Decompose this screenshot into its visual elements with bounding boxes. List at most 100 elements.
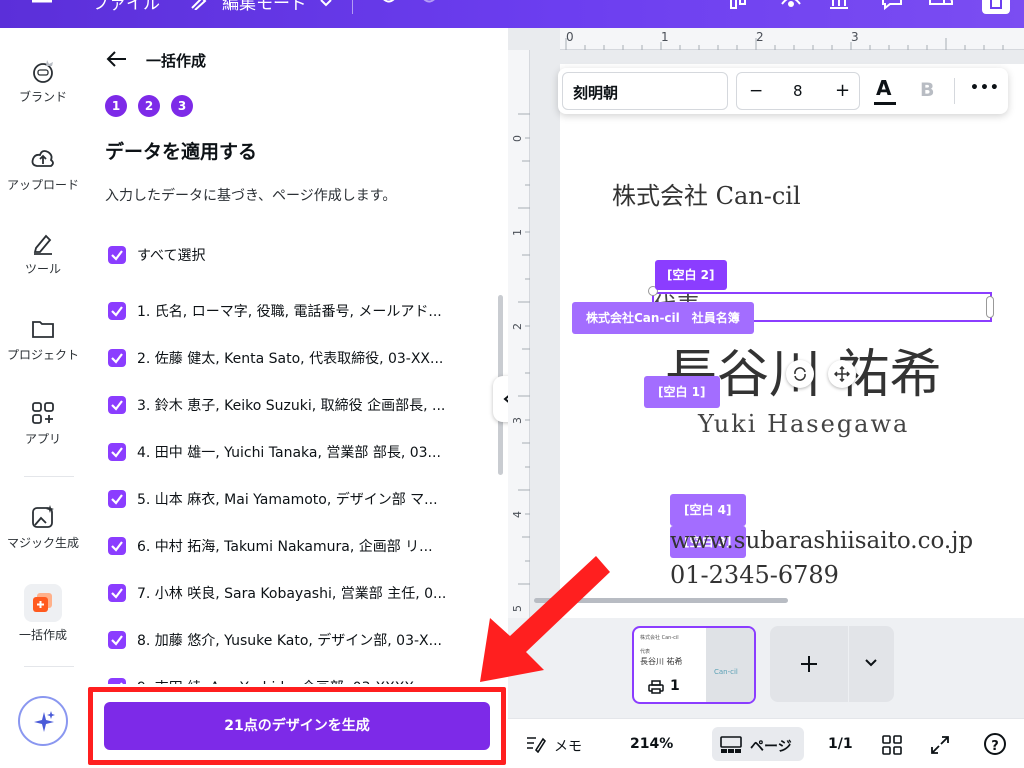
font-family-select[interactable]: 刻明朝 [562, 72, 728, 110]
ruler-label: 4 [511, 511, 524, 518]
text-toolbar: 刻明朝 − 8 + A B ••• [558, 68, 1008, 114]
phone-text[interactable]: 01-2345-6789 [670, 561, 839, 589]
cloud-upload-icon [31, 150, 54, 167]
checkmark-icon [111, 250, 123, 261]
rail-item-magic[interactable]: マジック生成 [0, 504, 86, 551]
rotate-icon [794, 367, 806, 381]
checkmark-icon [111, 353, 123, 364]
more-options-button[interactable]: ••• [970, 80, 1000, 96]
rail-item-label: アップロード [6, 178, 79, 192]
resize-handle[interactable] [986, 296, 994, 318]
top-ruler: 0 1 2 3 [560, 28, 1024, 50]
apps-icon [32, 402, 54, 424]
rail-item-upload[interactable]: アップロード [0, 146, 86, 193]
rail-item-brand[interactable]: ブランド [0, 58, 86, 105]
truck-icon[interactable] [928, 0, 954, 12]
grid-view-icon[interactable] [882, 735, 902, 755]
panel-title: 一括作成 [146, 52, 207, 70]
rail-item-tools[interactable]: ツール [0, 230, 86, 277]
thumbnail-image [706, 628, 754, 702]
placeholder-tag[interactable]: [空白 4] [670, 494, 746, 526]
placeholder-tag[interactable]: 株式会社Can-cil 社員名簿 [572, 302, 754, 334]
checkmark-icon [111, 400, 123, 411]
back-arrow-icon[interactable] [106, 50, 128, 68]
font-size-decrease-button[interactable]: − [749, 81, 763, 101]
company-name-text[interactable]: 株式会社 Can-cil [612, 176, 801, 211]
bold-button[interactable]: B [920, 79, 934, 101]
ruler-label: 3 [511, 417, 524, 424]
list-item: 3. 鈴木 恵子, Keiko Suzuki, 取締役 企画部長, ... [137, 398, 446, 414]
row-checkbox[interactable] [108, 584, 126, 602]
page-thumbnail[interactable]: 株式会社 Can-cil 代表 長谷川 祐希 Can-cil 1 [632, 626, 756, 704]
zoom-level[interactable]: 214% [630, 736, 673, 752]
ruler-label: 1 [511, 229, 524, 236]
row-checkbox[interactable] [108, 443, 126, 461]
pencil-icon [191, 0, 207, 10]
thumbnail-name: 長谷川 祐希 [640, 657, 683, 666]
edit-mode-menu[interactable]: 編集モード [222, 0, 307, 14]
rail-item-apps[interactable]: アプリ [0, 400, 86, 447]
assistant-button[interactable] [18, 696, 68, 746]
person-name-en[interactable]: Yuki Hasegawa [698, 410, 909, 438]
move-handle[interactable] [828, 360, 856, 388]
rail-item-projects[interactable]: プロジェクト [0, 316, 86, 363]
comment-icon[interactable] [880, 0, 904, 12]
placeholder-tag[interactable]: [空白 1] [644, 376, 720, 408]
brush-icon[interactable] [780, 0, 802, 12]
text-color-letter: A [876, 76, 892, 100]
chevron-down-icon[interactable] [864, 658, 878, 668]
row-checkbox[interactable] [108, 631, 126, 649]
magic-image-icon [32, 505, 54, 528]
row-checkbox[interactable] [108, 396, 126, 414]
website-text[interactable]: www.subarashiisaito.co.jp [670, 528, 973, 554]
move-icon [834, 366, 850, 382]
print-icon [648, 680, 664, 694]
ruler-label: 0 [566, 30, 574, 44]
fullscreen-icon[interactable] [930, 735, 950, 755]
notes-icon[interactable] [526, 735, 546, 753]
chevron-down-icon[interactable] [319, 0, 333, 8]
select-all-checkbox[interactable] [108, 246, 126, 264]
font-size-increase-button[interactable]: + [835, 80, 850, 101]
row-checkbox[interactable] [108, 490, 126, 508]
add-page-button[interactable] [770, 626, 894, 702]
design-page[interactable]: 株式会社 Can-cil 代表 [空白 2] 株式会社Can-cil 社員名簿 … [560, 64, 1024, 618]
file-menu[interactable]: ファイル [92, 0, 160, 14]
checkmark-icon [111, 541, 123, 552]
notes-button[interactable]: メモ [554, 736, 582, 756]
help-button[interactable]: ? [984, 733, 1006, 755]
section-heading: データを適用する [105, 141, 258, 163]
chart-icon[interactable] [728, 0, 750, 12]
list-item: 5. 山本 麻衣, Mai Yamamoto, デザイン部 マ... [137, 492, 438, 508]
pages-button[interactable]: ページ [712, 727, 804, 761]
font-size-value[interactable]: 8 [793, 82, 803, 100]
ruler-label: 2 [756, 30, 764, 44]
checkmark-icon [111, 588, 123, 599]
undo-icon[interactable] [378, 0, 398, 10]
share-icon [990, 0, 1002, 9]
ruler-label: 1 [661, 30, 669, 44]
list-item: 2. 佐藤 健太, Kenta Sato, 代表取締役, 03-XX... [137, 351, 444, 367]
placeholder-tag[interactable]: [空白 2] [655, 260, 727, 290]
toolbar-divider [352, 0, 353, 14]
bank-icon[interactable] [828, 0, 850, 12]
ruler-ticks [565, 38, 1004, 50]
share-button[interactable] [982, 0, 1010, 14]
list-item: 7. 小林 咲良, Sara Kobayashi, 営業部 主任, 0... [137, 586, 447, 602]
pages-button-label: ページ [750, 739, 792, 755]
bulk-create-icon [33, 593, 52, 612]
checkmark-icon [111, 494, 123, 505]
ruler-label: 3 [851, 30, 859, 44]
redo-icon[interactable] [420, 0, 440, 10]
rotate-handle[interactable] [786, 360, 814, 388]
rail-item-bulk-create[interactable]: 一括作成 [0, 584, 86, 643]
row-checkbox[interactable] [108, 349, 126, 367]
text-color-button[interactable]: A [872, 74, 898, 108]
rail-item-label: ブランド [18, 90, 67, 104]
row-checkbox[interactable] [108, 302, 126, 320]
toolbar-divider [848, 626, 849, 702]
row-checkbox[interactable] [108, 537, 126, 555]
editor-footer: メモ 214% ページ 1/1 ? [508, 718, 1024, 768]
bulk-create-panel: 一括作成 1 2 3 データを適用する 入力したデータに基づき、ページ作成します… [86, 28, 508, 768]
menu-icon[interactable] [32, 0, 52, 8]
